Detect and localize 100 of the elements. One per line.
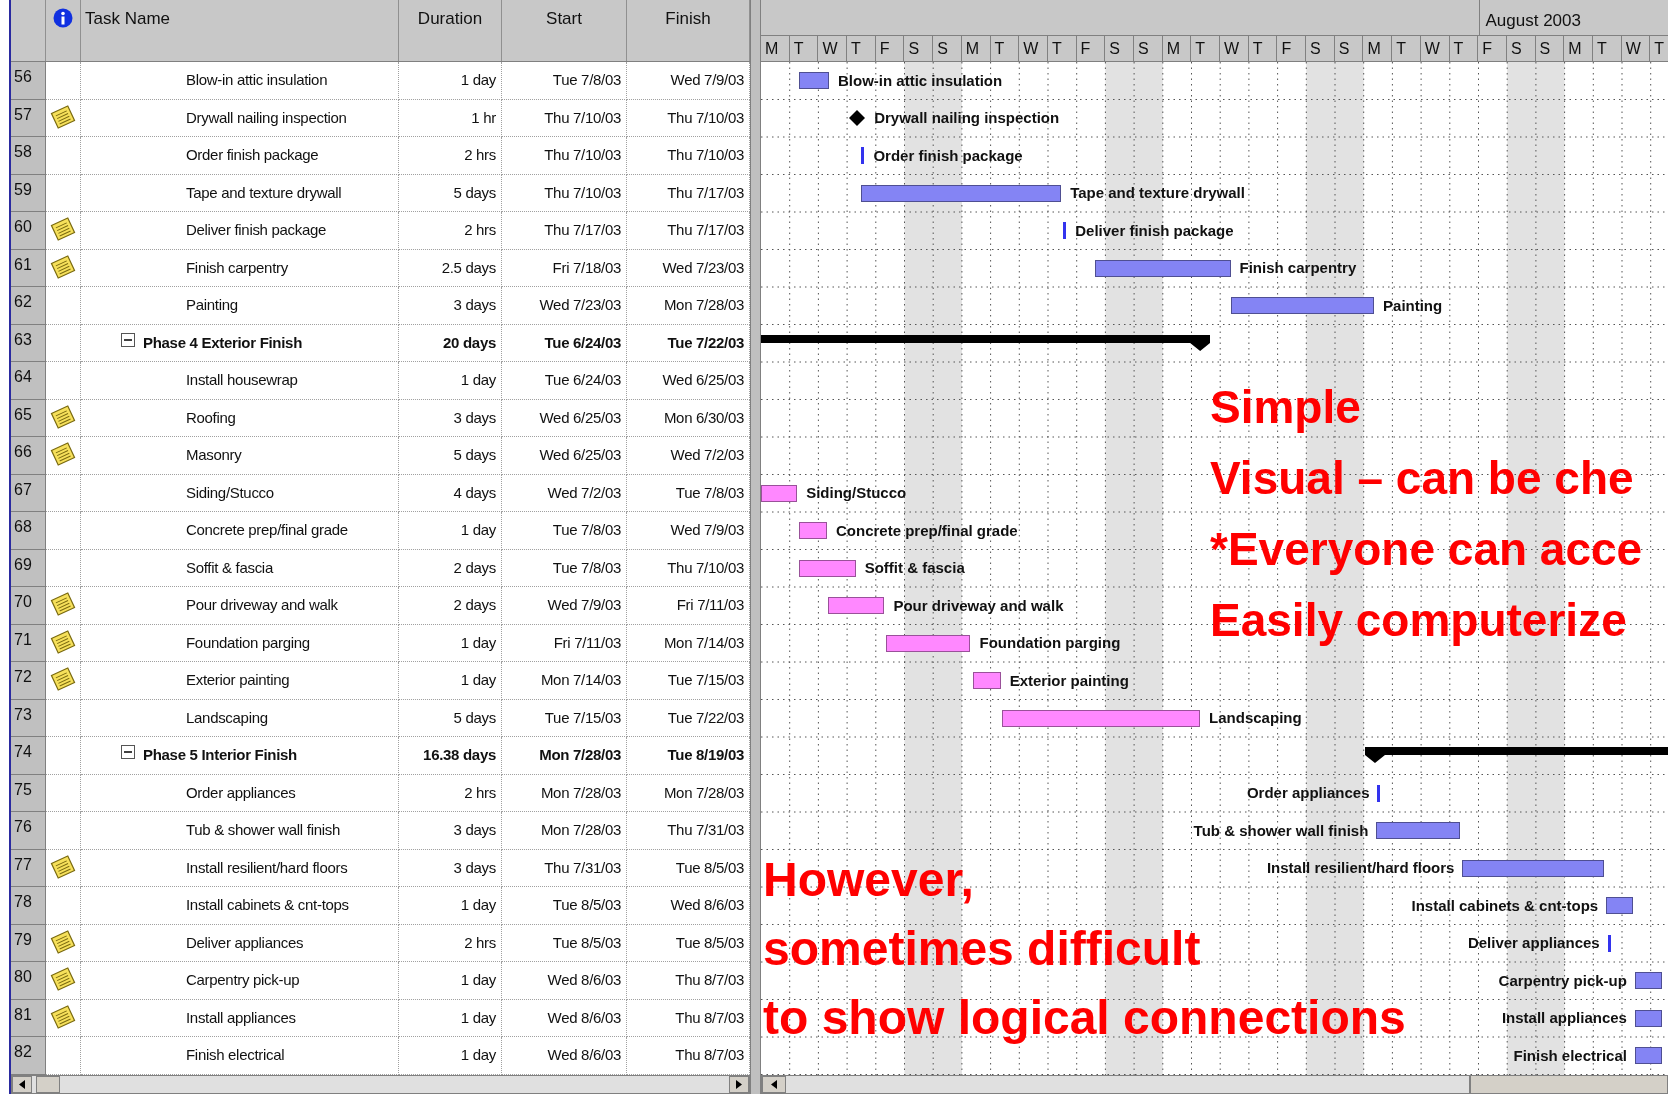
day-label: M — [1162, 36, 1192, 61]
bar-label: Tape and texture drywall — [1070, 183, 1245, 203]
callout-text: However, — [763, 852, 974, 908]
row-number[interactable]: 67 — [11, 474, 46, 512]
start-date: Tue 7/8/03 — [502, 549, 627, 587]
row-number[interactable]: 77 — [11, 849, 46, 887]
day-label: F — [1277, 36, 1307, 61]
day-label: F — [1076, 36, 1106, 61]
collapse-icon[interactable] — [121, 332, 135, 347]
duration-cell: 1 day — [399, 999, 502, 1037]
row-number[interactable]: 73 — [11, 699, 46, 737]
callout-text: Easily computerize — [1210, 593, 1627, 648]
row-number[interactable]: 78 — [11, 887, 46, 925]
task-name: Drywall nailing inspection — [81, 99, 399, 137]
start-date: Tue 8/5/03 — [502, 887, 627, 925]
task-name: Pour driveway and walk — [81, 587, 399, 625]
row-number[interactable]: 80 — [11, 962, 46, 1000]
column-header[interactable]: Task Name — [85, 9, 171, 28]
row-number[interactable]: 66 — [11, 437, 46, 475]
row-number[interactable]: 79 — [11, 924, 46, 962]
task-name: Install appliances — [81, 999, 399, 1037]
row-number[interactable]: 63 — [11, 324, 46, 362]
bar-label: Foundation parging — [979, 633, 1121, 653]
start-date: Mon 7/28/03 — [502, 812, 627, 850]
duration-cell: 20 days — [399, 324, 502, 362]
duration-cell: 1 day — [399, 662, 502, 700]
day-label: T — [1047, 36, 1077, 61]
row-number[interactable]: 71 — [11, 624, 46, 662]
column-header[interactable]: Start — [546, 9, 582, 28]
row-number[interactable]: 58 — [11, 137, 46, 175]
task-name: Exterior painting — [81, 662, 399, 700]
column-header[interactable]: Duration — [417, 9, 483, 28]
task-name: Deliver finish package — [81, 212, 399, 250]
bar-label: Install appliances — [1501, 1008, 1627, 1028]
start-date: Wed 6/25/03 — [502, 437, 627, 475]
duration-cell: 2 hrs — [399, 212, 502, 250]
row-number[interactable]: 74 — [11, 737, 46, 775]
row-number[interactable]: 61 — [11, 249, 46, 287]
row-number[interactable]: 62 — [11, 287, 46, 325]
row-number[interactable]: 69 — [11, 549, 46, 587]
duration-cell: 1 day — [399, 887, 502, 925]
task-name: Tape and texture drywall — [81, 174, 399, 212]
row-number[interactable]: 56 — [11, 62, 46, 100]
task-name: Order finish package — [81, 137, 399, 175]
day-label: T — [1592, 36, 1622, 61]
row-number[interactable]: 72 — [11, 662, 46, 700]
task-name: Roofing — [81, 399, 399, 437]
bar-label: Carpentry pick-up — [1498, 970, 1627, 991]
scrollbar-track[interactable] — [11, 1075, 750, 1094]
row-number[interactable]: 82 — [11, 1037, 46, 1075]
duration-cell: 3 days — [399, 849, 502, 887]
row-number[interactable]: 57 — [11, 99, 46, 137]
callout-text: to show logical connections — [763, 990, 1406, 1046]
row-number[interactable]: 59 — [11, 174, 46, 212]
day-label: T — [990, 36, 1020, 61]
bar-label: Deliver finish package — [1075, 220, 1234, 241]
task-name: Install cabinets & cnt-tops — [81, 887, 399, 925]
day-label: S — [1306, 36, 1335, 61]
duration-cell: 5 days — [399, 699, 502, 737]
row-number[interactable]: 64 — [11, 362, 46, 400]
collapse-icon[interactable] — [121, 745, 135, 760]
scrollbar-thumb[interactable] — [1469, 1076, 1667, 1093]
scroll-right-button[interactable] — [729, 1076, 749, 1093]
start-date: Wed 7/9/03 — [502, 587, 627, 625]
day-label: T — [1248, 36, 1278, 61]
task-name: Order appliances — [81, 774, 399, 812]
left-arrow-icon — [19, 1080, 25, 1089]
bar-label: Finish electrical — [1513, 1045, 1627, 1066]
duration-cell: 1 day — [399, 1037, 502, 1075]
column-header[interactable]: Finish — [665, 9, 711, 28]
scrollbar-track[interactable] — [761, 1075, 1668, 1094]
row-number[interactable]: 70 — [11, 587, 46, 625]
bar-label: Order appliances — [1246, 783, 1370, 803]
row-number[interactable]: 75 — [11, 774, 46, 812]
bar-label: Order finish package — [873, 145, 1023, 166]
duration-cell: 1 day — [399, 962, 502, 1000]
row-number[interactable]: 65 — [11, 399, 46, 437]
start-date: Fri 7/18/03 — [502, 249, 627, 287]
start-date: Wed 8/6/03 — [502, 962, 627, 1000]
milestone-diamond — [849, 109, 866, 126]
row-number[interactable]: 81 — [11, 999, 46, 1037]
bar-label: Tub & shower wall finish — [1193, 820, 1369, 841]
day-label: S — [1105, 36, 1134, 61]
row-number[interactable]: 68 — [11, 512, 46, 550]
day-label: T — [789, 36, 819, 61]
scrollbar-thumb[interactable] — [36, 1076, 60, 1093]
row-number[interactable]: 76 — [11, 812, 46, 850]
day-label: T — [1392, 36, 1421, 61]
callout-text: Simple — [1210, 380, 1361, 435]
duration-cell: 2 days — [399, 549, 502, 587]
duration-cell: 5 days — [399, 174, 502, 212]
day-label: S — [1133, 36, 1163, 61]
scroll-left-button[interactable] — [762, 1076, 786, 1093]
row-number[interactable]: 60 — [11, 212, 46, 250]
day-label: T — [1650, 36, 1668, 61]
day-label: W — [818, 36, 848, 61]
day-label: S — [904, 36, 934, 61]
scroll-left-button[interactable] — [12, 1076, 32, 1093]
start-date: Mon 7/14/03 — [502, 662, 627, 700]
duration-cell: 2 hrs — [399, 137, 502, 175]
